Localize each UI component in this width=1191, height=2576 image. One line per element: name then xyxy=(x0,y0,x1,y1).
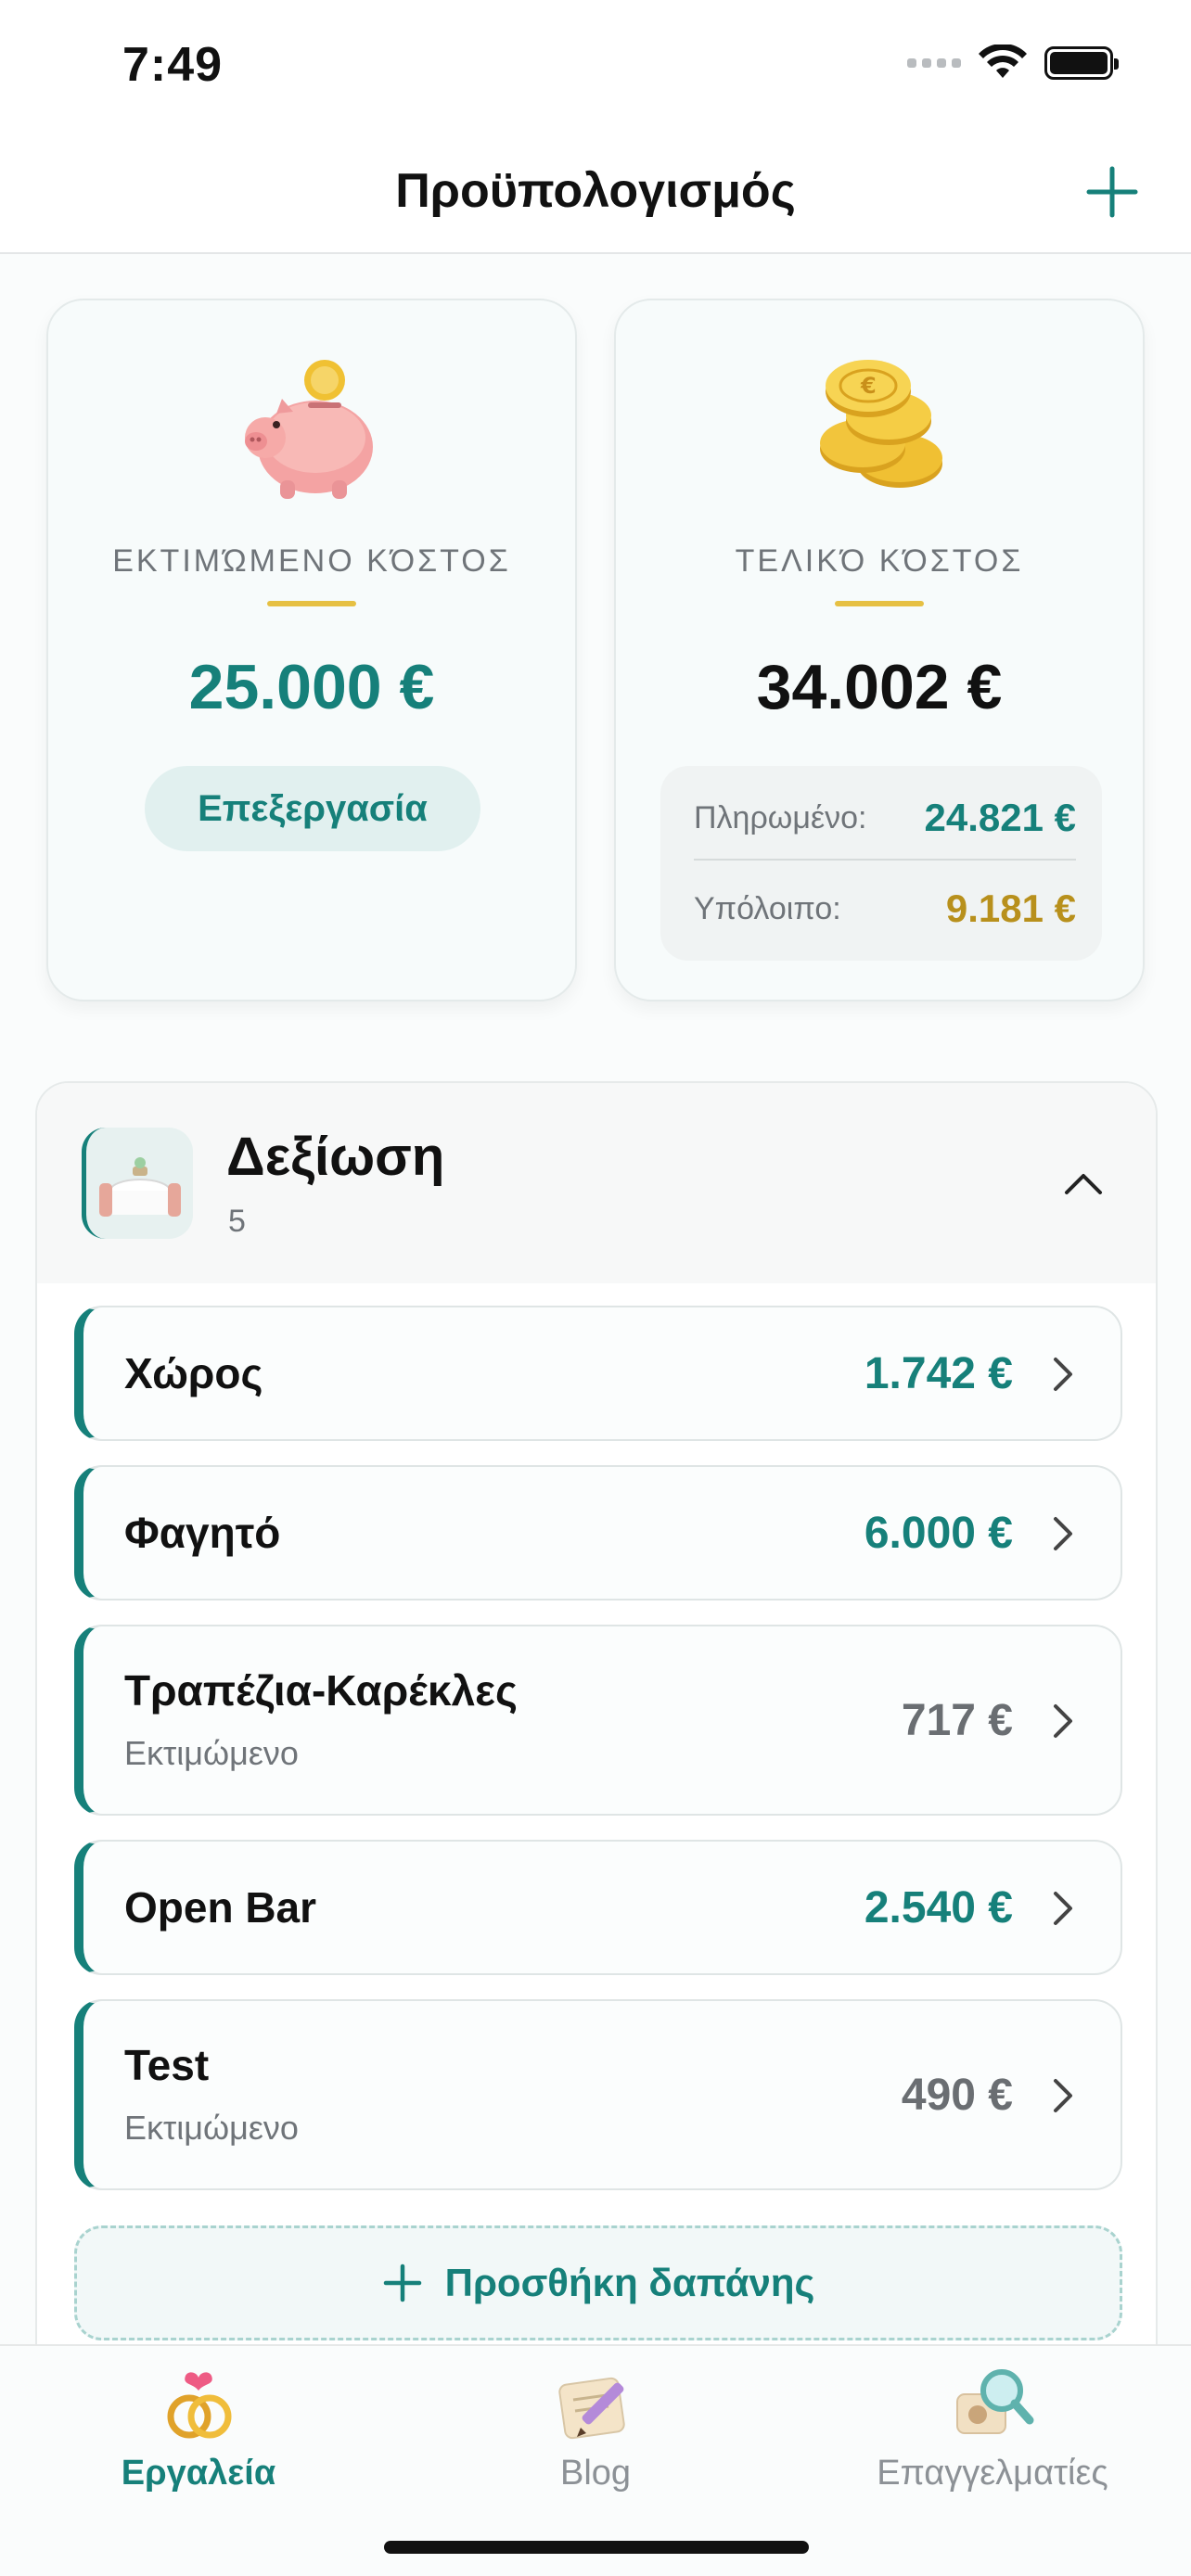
add-expense-label: Προσθήκη δαπάνης xyxy=(444,2261,815,2304)
chevron-right-icon xyxy=(1054,1517,1072,1550)
expense-amount: 717 € xyxy=(901,1696,1013,1745)
status-bar: 7:49 xyxy=(0,0,1191,130)
expense-item-test[interactable]: Test Εκτιμώμενο 490 € xyxy=(74,1999,1122,2190)
plus-icon[interactable] xyxy=(1078,158,1146,226)
divider xyxy=(694,859,1076,861)
plus-icon xyxy=(383,2264,421,2302)
final-cost-amount: 34.002 € xyxy=(756,652,1003,722)
paid-value: 24.821 € xyxy=(924,796,1077,839)
chevron-right-icon xyxy=(1054,1892,1072,1925)
expense-amount: 490 € xyxy=(901,2071,1013,2120)
reception-table-icon xyxy=(82,1128,193,1239)
remaining-row: Υπόλοιπο: 9.181 € xyxy=(694,886,1076,931)
navigation-bar: Προϋπολογισμός xyxy=(0,130,1191,254)
tab-blog[interactable]: Blog xyxy=(447,2363,744,2493)
payment-summary: Πληρωμένο: 24.821 € Υπόλοιπο: 9.181 € xyxy=(660,766,1102,961)
expense-item-venue[interactable]: Χώρος 1.742 € xyxy=(74,1306,1122,1441)
category-header[interactable]: Δεξίωση 5 xyxy=(37,1083,1156,1283)
tab-label: Εργαλεία xyxy=(121,2454,276,2493)
expense-item-tables-chairs[interactable]: Τραπέζια-Καρέκλες Εκτιμώμενο 717 € xyxy=(74,1625,1122,1816)
page-title: Προϋπολογισμός xyxy=(395,164,796,218)
status-time: 7:49 xyxy=(122,38,224,92)
remaining-label: Υπόλοιπο: xyxy=(694,890,841,926)
expense-name: Test xyxy=(124,2041,210,2089)
category-count: 5 xyxy=(228,1204,246,1239)
piggy-bank-icon xyxy=(245,360,373,499)
magnifier-photo-icon xyxy=(956,2369,1034,2434)
label-underline xyxy=(835,601,924,606)
final-cost-label: ΤΕΛΙΚΌ ΚΌΣΤΟΣ xyxy=(735,543,1024,579)
chevron-right-icon xyxy=(1054,2079,1072,2112)
expense-status: Εκτιμώμενο xyxy=(124,2109,299,2147)
paid-row: Πληρωμένο: 24.821 € xyxy=(694,796,1076,840)
paid-label: Πληρωμένο: xyxy=(694,799,867,835)
home-indicator xyxy=(384,2541,809,2554)
coins-icon: € xyxy=(820,360,942,488)
wedding-rings-icon xyxy=(167,2372,232,2439)
cellular-signal-icon xyxy=(907,58,961,68)
chevron-right-icon xyxy=(1054,1358,1072,1391)
remaining-value: 9.181 € xyxy=(945,886,1076,930)
label-underline xyxy=(267,601,356,606)
battery-icon xyxy=(1044,46,1119,80)
expense-item-food[interactable]: Φαγητό 6.000 € xyxy=(74,1465,1122,1600)
add-expense-button[interactable]: Προσθήκη δαπάνης xyxy=(74,2225,1122,2340)
edit-button[interactable]: Επεξεργασία xyxy=(145,766,480,851)
category-section: Δεξίωση 5 Χώρος 1.742 € Φαγητό 6.000 € Τ… xyxy=(35,1081,1158,2565)
expense-amount: 6.000 € xyxy=(864,1509,1013,1558)
tab-tools[interactable]: Εργαλεία xyxy=(50,2363,347,2493)
estimated-cost-amount: 25.000 € xyxy=(188,652,435,722)
expense-amount: 2.540 € xyxy=(864,1883,1013,1932)
expense-item-open-bar[interactable]: Open Bar 2.540 € xyxy=(74,1840,1122,1975)
status-icons xyxy=(907,45,1119,82)
tab-professionals[interactable]: Επαγγελματίες xyxy=(844,2363,1141,2493)
tab-label: Επαγγελματίες xyxy=(877,2454,1108,2493)
chevron-right-icon xyxy=(1054,1704,1072,1738)
wifi-icon xyxy=(979,45,1027,78)
chevron-up-icon[interactable] xyxy=(1063,1168,1104,1196)
expense-name: Τραπέζια-Καρέκλες xyxy=(124,1666,518,1715)
category-title: Δεξίωση xyxy=(226,1127,445,1187)
estimated-cost-label: ΕΚΤΙΜΏΜΕΝΟ ΚΌΣΤΟΣ xyxy=(112,543,511,579)
notepad-pencil-icon xyxy=(558,2377,625,2440)
svg-text:€: € xyxy=(860,373,877,399)
expense-status: Εκτιμώμενο xyxy=(124,1734,299,1772)
expense-name: Φαγητό xyxy=(124,1509,281,1557)
expense-amount: 1.742 € xyxy=(864,1349,1013,1398)
expense-name: Χώρος xyxy=(124,1349,263,1397)
tab-label: Blog xyxy=(559,2454,632,2493)
expense-name: Open Bar xyxy=(124,1883,317,1932)
final-cost-card: € ΤΕΛΙΚΌ ΚΌΣΤΟΣ 34.002 € Πληρωμένο: 24.8… xyxy=(614,299,1145,1001)
estimated-cost-card: ΕΚΤΙΜΏΜΕΝΟ ΚΌΣΤΟΣ 25.000 € Επεξεργασία xyxy=(46,299,577,1001)
